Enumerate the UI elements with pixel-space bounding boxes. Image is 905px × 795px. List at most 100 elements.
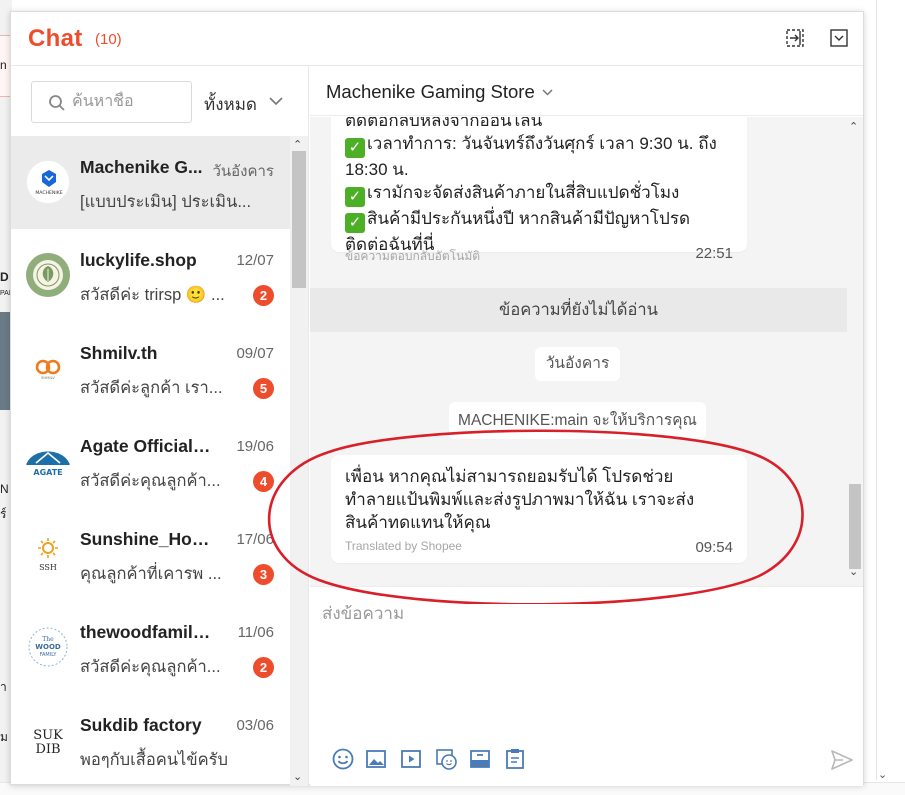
avatar-text: The <box>42 636 54 643</box>
filter-label: ทั้งหมด <box>204 95 257 114</box>
emoji-icon[interactable] <box>331 747 355 771</box>
chat-window: Chat (10) ทั้งหมด <box>10 11 864 786</box>
search-input[interactable] <box>72 91 182 113</box>
avatar: SUK DIB <box>26 718 70 762</box>
message-line: 18:30 น. <box>345 160 409 179</box>
chat-unread-count: (10) <box>95 31 122 48</box>
product-icon[interactable] <box>468 747 492 771</box>
message-bubble: เพื่อน หากคุณไม่สามารถยอมรับได้ โปรดช่วย… <box>331 455 747 563</box>
scroll-down-icon[interactable]: ⌄ <box>849 565 858 578</box>
conversation-preview: คุณลูกค้าที่เคารพ ... <box>80 565 222 583</box>
conversation-list-scrollbar[interactable]: ⌃ ⌄ <box>290 136 308 786</box>
conversation-date: 03/06 <box>236 717 274 734</box>
conversation-preview: สวัสดีค่ะ trirsp 🙂 ... <box>80 286 225 304</box>
unread-badge: 2 <box>253 285 274 306</box>
avatar-text: SUK <box>33 728 63 743</box>
conversation-item[interactable]: SSH Sunshine_Hom... 17/06 คุณลูกค้าที่เค… <box>11 508 290 601</box>
avatar: SHMILV <box>26 346 70 390</box>
video-icon[interactable] <box>399 747 423 771</box>
message-line: ✓ เรามักจะจัดส่งสินค้าภายในสี่สิบแปดชั่วโ… <box>345 181 737 207</box>
translation-note: Translated by Shopee <box>345 539 462 553</box>
background-text: ร์ <box>0 507 7 521</box>
conversation-name: Shmilv.th <box>80 343 158 363</box>
filter-dropdown[interactable]: ทั้งหมด <box>204 91 283 118</box>
conversation-date: 19/06 <box>236 438 274 455</box>
conversation-date: วันอังคาร <box>212 163 274 180</box>
avatar <box>26 253 70 297</box>
conversation-preview: พอๆกับเสื้อคนไข้ครับ <box>80 751 229 769</box>
background-text: า <box>0 680 7 694</box>
background-text: ม <box>0 730 8 744</box>
message-line: ติดต่อกลับหลังจากออนไลน์ <box>345 117 543 130</box>
conversation-item[interactable]: The WOOD FAMILY thewoodfamily... 11/06 ส… <box>11 601 290 694</box>
scroll-up-icon[interactable]: ⌃ <box>849 120 858 133</box>
search-box[interactable] <box>31 81 192 123</box>
unread-badge: 5 <box>253 378 274 399</box>
search-icon <box>49 95 65 111</box>
day-label: วันอังคาร <box>535 347 620 381</box>
check-icon: ✓ <box>345 213 365 233</box>
check-icon: ✓ <box>345 138 365 158</box>
avatar: AGATE <box>26 439 70 483</box>
conversation-date: 09/07 <box>236 345 274 362</box>
message-line: ทำลายแป้นพิมพ์และส่งรูปภาพมาให้ฉัน เราจะ… <box>345 490 695 509</box>
background-text: N <box>0 482 9 496</box>
message-scrollbar[interactable]: ⌃ ⌄ <box>847 117 863 586</box>
chevron-down-icon[interactable] <box>542 89 553 96</box>
conversation-item[interactable]: SHMILV Shmilv.th 09/07 สวัสดีค่ะลูกค้า เ… <box>11 322 290 415</box>
conversation-date: 17/06 <box>236 531 274 548</box>
conversation-preview: สวัสดีค่ะคุณลูกค้า... <box>80 472 221 490</box>
message-text: ติดต่อกลับหลังจากออนไลน์ ✓ เวลาทำการ: วัน… <box>345 117 737 256</box>
message-bubble: ติดต่อกลับหลังจากออนไลน์ ✓ เวลาทำการ: วัน… <box>331 117 747 263</box>
conversation-item[interactable]: AGATE Agate Official ... 19/06 สวัสดีค่ะ… <box>11 415 290 508</box>
scroll-up-icon[interactable]: ⌃ <box>293 138 302 151</box>
message-line: เพื่อน หากคุณไม่สามารถยอมรับได้ โปรดช่วย <box>345 467 674 486</box>
conversation-date: 11/06 <box>237 624 274 641</box>
message-meta: ข้อความตอบกลับอัตโนมัติ <box>345 249 481 263</box>
order-icon[interactable] <box>503 747 527 771</box>
composer <box>310 586 863 786</box>
chat-header: Chat (10) <box>11 12 863 66</box>
conversation-name: Agate Official ... <box>80 436 212 456</box>
chevron-down-icon <box>269 97 283 106</box>
sticker-icon[interactable] <box>434 747 458 771</box>
avatar-text: MACHENIKE <box>35 190 62 196</box>
collapse-icon[interactable] <box>829 28 849 48</box>
conversation-item[interactable]: MACHENIKE Machenike G... วันอังคาร [แบบป… <box>11 136 290 229</box>
avatar-text: SSH <box>39 563 57 572</box>
conversation-pane: Machenike Gaming Store ติดต่อกลับหลังจาก… <box>310 66 863 786</box>
background-text: D <box>0 270 9 284</box>
message-time: 09:54 <box>695 539 733 556</box>
unread-badge: 3 <box>253 564 274 585</box>
message-line: ✓ เวลาทำการ: วันจันทร์ถึงวันศุกร์ เวลา 9:… <box>345 132 737 158</box>
conversation-header: Machenike Gaming Store <box>310 66 863 116</box>
conversation-item[interactable]: SUK DIB Sukdib factory 03/06 พอๆกับเสื้อ… <box>11 694 290 786</box>
chat-title: Chat <box>28 25 83 52</box>
scroll-down-icon[interactable]: ⌄ <box>293 770 302 783</box>
send-icon[interactable] <box>830 749 854 771</box>
message-line: สินค้าทดแทนให้คุณ <box>345 513 491 532</box>
shop-name[interactable]: Machenike Gaming Store <box>326 81 535 103</box>
conversation-name: thewoodfamily... <box>80 622 212 642</box>
expand-icon[interactable] <box>785 28 805 48</box>
conversation-name: Sukdib factory <box>80 715 202 735</box>
scrollbar-thumb[interactable] <box>849 484 861 569</box>
conversation-preview: สวัสดีค่ะลูกค้า เรา... <box>80 379 223 397</box>
message-line: ✓ สินค้ามีประกันหนึ่งปี หากสินค้ามีปัญหาโ… <box>345 207 737 233</box>
conversation-preview: [แบบประเมิน] ประเมิน... <box>80 193 252 211</box>
page-scroll-down-icon[interactable]: ⌄ <box>878 768 887 781</box>
conversation-name: Sunshine_Hom... <box>80 529 212 549</box>
check-icon: ✓ <box>345 187 365 207</box>
scrollbar-thumb[interactable] <box>292 151 306 288</box>
avatar-text: FAMILY <box>40 652 58 658</box>
bot-notice: MACHENIKE:main จะให้บริการคุณ <box>449 402 706 439</box>
unread-divider: ข้อความที่ยังไม่ได้อ่าน <box>310 288 847 332</box>
avatar: MACHENIKE <box>26 160 70 204</box>
avatar-text: WOOD <box>35 643 61 651</box>
avatar: The WOOD FAMILY <box>26 625 70 669</box>
message-input[interactable] <box>322 600 842 720</box>
conversation-item[interactable]: luckylife.shop 12/07 สวัสดีค่ะ trirsp 🙂 … <box>11 229 290 322</box>
message-text: เพื่อน หากคุณไม่สามารถยอมรับได้ โปรดช่วย… <box>345 465 737 534</box>
background-divider <box>876 0 877 780</box>
image-icon[interactable] <box>364 747 388 771</box>
